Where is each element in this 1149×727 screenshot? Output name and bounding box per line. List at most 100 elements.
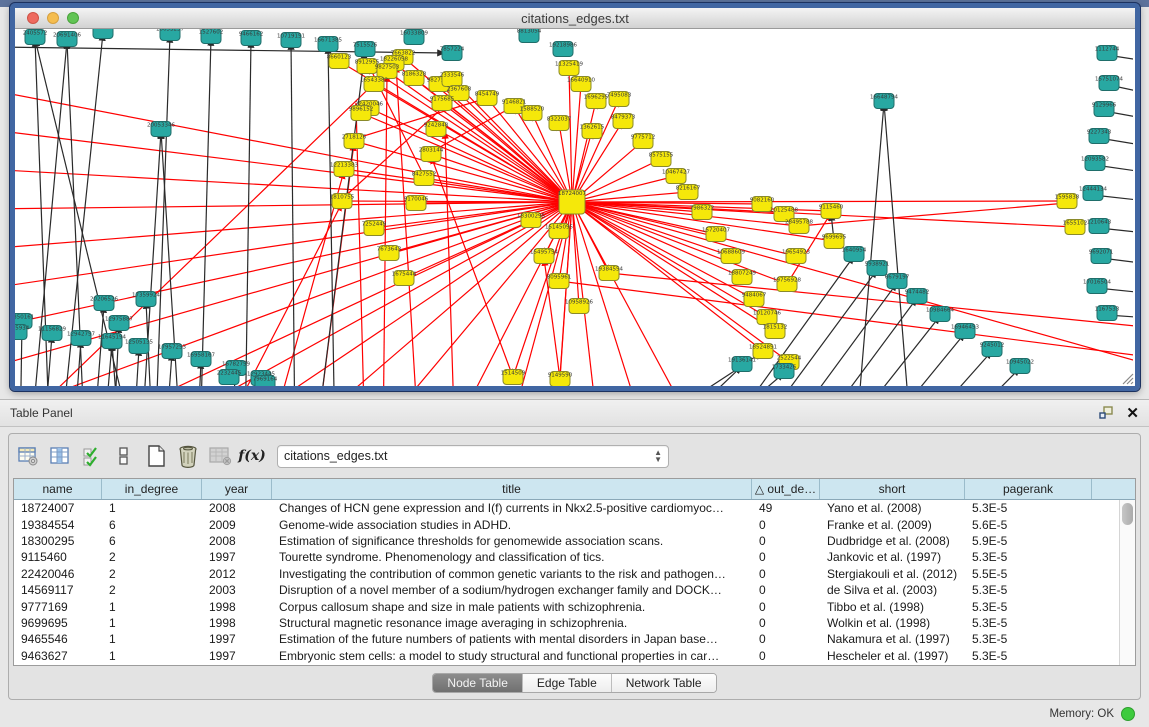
node[interactable]: 19218986: [549, 42, 577, 57]
node[interactable]: 8813054: [517, 29, 542, 43]
edge[interactable]: [655, 366, 742, 386]
edge[interactable]: [572, 201, 1067, 202]
node[interactable]: 7969164: [253, 376, 278, 387]
tab-network-table[interactable]: Network Table: [612, 674, 716, 692]
edge[interactable]: [615, 366, 742, 386]
node[interactable]: 1655102: [1063, 220, 1088, 235]
node[interactable]: 9129966: [1092, 102, 1117, 117]
node[interactable]: 9245012: [980, 342, 1005, 357]
node[interactable]: 18524851: [749, 344, 777, 359]
node[interactable]: 8479373: [611, 114, 636, 129]
node[interactable]: 11645194: [98, 334, 126, 349]
node[interactable]: 15145095: [545, 224, 573, 239]
node[interactable]: 12093582: [1081, 156, 1109, 171]
node[interactable]: 1696295: [584, 94, 609, 109]
node[interactable]: 8454749: [475, 91, 500, 106]
edge[interactable]: [855, 103, 884, 386]
select-all-icon[interactable]: [79, 443, 105, 469]
node[interactable]: 1210643: [1087, 219, 1112, 234]
node[interactable]: 28495788: [785, 219, 813, 234]
node[interactable]: 9170046: [404, 196, 429, 211]
edge[interactable]: [884, 103, 912, 386]
node[interactable]: 10719151: [277, 33, 305, 48]
edge[interactable]: [155, 35, 170, 386]
table-row[interactable]: 946554611997Estimation of the future num…: [14, 631, 1119, 647]
node[interactable]: 2333546: [440, 72, 465, 87]
node[interactable]: 1167533: [1095, 306, 1120, 321]
node[interactable]: 16033809: [400, 30, 428, 45]
table-row[interactable]: 1938455462009Genome-wide association stu…: [14, 516, 1119, 532]
node[interactable]: 19136141: [728, 357, 756, 372]
node[interactable]: 16958167: [187, 352, 215, 367]
node[interactable]: 8575155: [649, 152, 674, 167]
node[interactable]: 12444134: [1079, 186, 1107, 201]
table-row[interactable]: 977716911998Corpus callosum shape and si…: [14, 598, 1119, 614]
node[interactable]: 12213383: [330, 162, 358, 177]
node[interactable]: 19756928: [773, 277, 801, 292]
node[interactable]: 12505135: [125, 339, 153, 354]
delete-table-icon[interactable]: [175, 443, 201, 469]
network-canvas[interactable]: 2405572206914061633993106532571527602946…: [15, 29, 1135, 386]
edge[interactable]: [940, 368, 1020, 386]
table-row[interactable]: 1830029562008Estimation of significance …: [14, 533, 1119, 549]
node[interactable]: 10984664: [926, 307, 954, 322]
close-panel-icon[interactable]: ✕: [1126, 406, 1139, 421]
node[interactable]: 20206526: [90, 296, 118, 311]
node[interactable]: 6679197: [885, 274, 910, 289]
column-header-pagerank[interactable]: pagerank: [965, 479, 1092, 499]
edge[interactable]: [73, 340, 81, 386]
node[interactable]: 8216167: [676, 185, 701, 200]
node[interactable]: 16946453: [951, 324, 979, 339]
edge[interactable]: [200, 38, 211, 386]
column-header-short[interactable]: short: [820, 479, 965, 499]
node[interactable]: 8322037: [547, 116, 572, 131]
node[interactable]: 16640910: [567, 77, 595, 92]
tab-node-table[interactable]: Node Table: [433, 674, 523, 692]
node[interactable]: 12975887: [105, 316, 133, 331]
show-columns-icon[interactable]: [47, 443, 73, 469]
node[interactable]: 17957253: [158, 344, 186, 359]
resize-grip-icon[interactable]: [1121, 372, 1134, 385]
column-header-out_de[interactable]: △ out_de…: [752, 479, 820, 499]
node[interactable]: 10945022: [1006, 359, 1034, 374]
node[interactable]: 16648794: [870, 94, 898, 109]
column-header-name[interactable]: name: [14, 479, 102, 499]
node[interactable]: 20691406: [53, 32, 81, 47]
table-selector-dropdown[interactable]: citations_edges.txt ▲▼: [277, 445, 669, 468]
node[interactable]: 2405572: [23, 30, 48, 45]
node[interactable]: 9692071: [1089, 249, 1114, 264]
node[interactable]: 11325419: [555, 61, 583, 76]
edge[interactable]: [805, 298, 917, 386]
node[interactable]: 16543382: [360, 77, 388, 92]
table-row[interactable]: 946362711997Embryonic stem cells: a mode…: [14, 648, 1119, 664]
node[interactable]: 18807249: [728, 270, 756, 285]
edge[interactable]: [45, 202, 572, 386]
edge[interactable]: [835, 316, 940, 386]
memory-status-indicator[interactable]: [1121, 707, 1135, 721]
node[interactable]: 9149590: [548, 372, 573, 387]
edge[interactable]: [15, 129, 572, 202]
node[interactable]: 1112744: [1095, 46, 1120, 61]
node[interactable]: 1815132: [763, 324, 788, 339]
node[interactable]: 9474482: [905, 289, 930, 304]
node[interactable]: 8427552: [412, 171, 437, 186]
node[interactable]: 10958926: [565, 299, 593, 314]
edge[interactable]: [870, 333, 965, 386]
vertical-scrollbar[interactable]: [1119, 500, 1135, 665]
node[interactable]: 7857224: [440, 46, 465, 61]
table-row[interactable]: 1456911722003Disruption of a novel membe…: [14, 582, 1119, 598]
node[interactable]: 15720407: [702, 227, 730, 242]
column-header-in_degree[interactable]: in_degree: [102, 479, 202, 499]
node[interactable]: 5938921: [865, 261, 890, 276]
new-table-icon[interactable]: [143, 443, 169, 469]
node[interactable]: 9896152: [349, 106, 374, 121]
node[interactable]: 10467427: [662, 169, 690, 184]
table-row[interactable]: 1872400712008Changes of HCN gene express…: [14, 500, 1119, 516]
node[interactable]: 1640954: [842, 247, 867, 262]
table-row[interactable]: 911546021997Tourette syndrome. Phenomeno…: [14, 549, 1119, 565]
node[interactable]: 17016504: [1083, 279, 1111, 294]
node[interactable]: 10120746: [753, 310, 781, 325]
edge[interactable]: [245, 40, 251, 386]
table-row[interactable]: 969969511998Structural magnetic resonanc…: [14, 615, 1119, 631]
node[interactable]: 8095961: [547, 274, 572, 289]
